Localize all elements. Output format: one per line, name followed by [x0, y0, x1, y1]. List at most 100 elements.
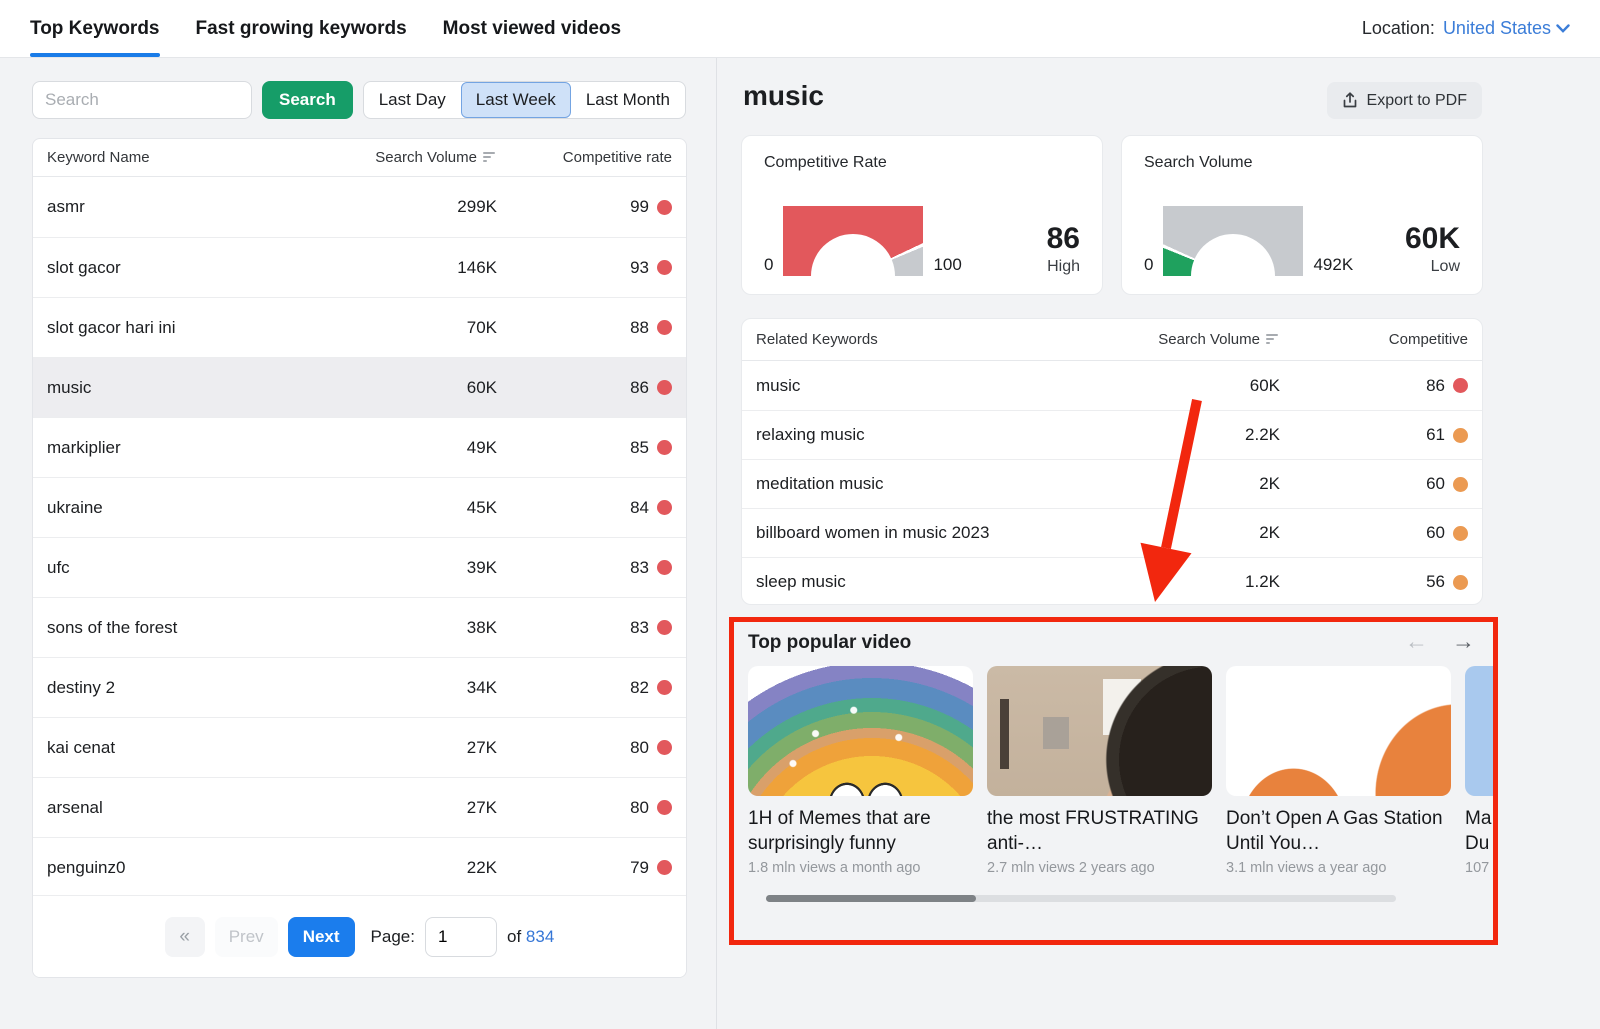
search-volume-title: Search Volume — [1144, 154, 1460, 172]
video-meta: 107 — [1465, 860, 1498, 876]
next-page-button[interactable]: Next — [288, 917, 355, 957]
carousel-scrollbar[interactable] — [766, 895, 1396, 902]
rate-dot — [657, 860, 672, 875]
column-search-volume-label: Search Volume — [1158, 331, 1260, 348]
table-row[interactable]: kai cenat 27K 80 — [33, 717, 686, 777]
keyword-cell: slot gacor — [47, 258, 327, 278]
table-row[interactable]: asmr 299K 99 — [33, 177, 686, 237]
video-title: 1H of Memes that are surprisingly funny — [748, 806, 973, 856]
table-row[interactable]: ukraine 45K 84 — [33, 477, 686, 537]
table-row[interactable]: sons of the forest 38K 83 — [33, 597, 686, 657]
rate-cell: 99 — [630, 197, 649, 217]
carousel-scrollbar-thumb[interactable] — [766, 895, 976, 902]
volume-cell: 49K — [327, 438, 497, 458]
carousel-prev-icon[interactable]: ← — [1405, 628, 1428, 655]
rate-dot — [657, 380, 672, 395]
competitive-rate-card: Competitive Rate 0 100 86 High — [741, 135, 1103, 295]
time-filter-last-week[interactable]: Last Week — [461, 82, 571, 118]
search-volume-gauge — [1163, 206, 1303, 276]
related-row[interactable]: relaxing music 2.2K 61 — [742, 410, 1482, 459]
table-row[interactable]: markiplier 49K 85 — [33, 417, 686, 477]
keyword-cell: sleep music — [756, 572, 1110, 592]
rate-dot — [657, 620, 672, 635]
keyword-detail-panel: music Export to PDF Competitive Rate 0 1… — [716, 58, 1600, 1029]
table-row[interactable]: arsenal 27K 80 — [33, 777, 686, 837]
total-pages-link[interactable]: 834 — [526, 927, 554, 946]
table-row[interactable]: destiny 2 34K 82 — [33, 657, 686, 717]
location-selector: Location: United States — [1362, 0, 1570, 57]
related-row[interactable]: music 60K 86 — [742, 361, 1482, 410]
keyword-cell: ufc — [47, 558, 327, 578]
rate-dot — [657, 200, 672, 215]
tab-fast-growing-keywords[interactable]: Fast growing keywords — [196, 0, 407, 57]
competitive-rate-title: Competitive Rate — [764, 154, 1080, 172]
volume-cell: 2.2K — [1110, 425, 1280, 445]
rate-cell: 61 — [1426, 425, 1445, 445]
keyword-cell: ukraine — [47, 498, 327, 518]
location-dropdown[interactable]: United States — [1443, 18, 1570, 39]
location-label: Location: — [1362, 18, 1435, 39]
related-row[interactable]: billboard women in music 2023 2K 60 — [742, 508, 1482, 557]
volume-cell: 27K — [327, 738, 497, 758]
first-page-button[interactable]: « — [165, 917, 205, 957]
rate-cell: 82 — [630, 678, 649, 698]
column-search-volume[interactable]: Search Volume — [1110, 331, 1280, 348]
time-range-toggle: Last Day Last Week Last Month — [363, 81, 686, 119]
gauge-max-label: 492K — [1313, 255, 1353, 276]
table-row[interactable]: slot gacor hari ini 70K 88 — [33, 297, 686, 357]
volume-cell: 146K — [327, 258, 497, 278]
competitive-rate-level: High — [1047, 258, 1080, 276]
video-title: Don’t Open A Gas Station Until You… — [1226, 806, 1451, 856]
keyword-cell: sons of the forest — [47, 618, 327, 638]
table-row[interactable]: ufc 39K 83 — [33, 537, 686, 597]
sort-descending-icon — [1266, 334, 1280, 345]
keyword-cell: music — [756, 376, 1110, 396]
tab-most-viewed-videos[interactable]: Most viewed videos — [443, 0, 621, 57]
search-input[interactable] — [32, 81, 252, 119]
keyword-cell: asmr — [47, 197, 327, 217]
table-row[interactable]: slot gacor 146K 93 — [33, 237, 686, 297]
volume-cell: 299K — [327, 197, 497, 217]
keywords-panel: Search Last Day Last Week Last Month Key… — [0, 58, 715, 1029]
video-thumbnail-orange-abstract — [1226, 666, 1451, 796]
gauge-min-label: 0 — [764, 255, 773, 276]
rate-cell: 56 — [1426, 572, 1445, 592]
column-keyword-name: Keyword Name — [47, 149, 327, 166]
keyword-cell: slot gacor hari ini — [47, 318, 327, 338]
tab-top-keywords[interactable]: Top Keywords — [30, 0, 160, 57]
video-card[interactable]: the most FRUSTRATING anti-… 2.7 mln view… — [987, 666, 1212, 876]
table-row-selected[interactable]: music 60K 86 — [33, 357, 686, 417]
volume-cell: 2K — [1110, 523, 1280, 543]
video-thumbnail-man-forehead — [987, 666, 1212, 796]
column-search-volume[interactable]: Search Volume — [327, 149, 497, 166]
rate-cell: 86 — [630, 378, 649, 398]
time-filter-last-day[interactable]: Last Day — [364, 82, 461, 118]
carousel-next-icon[interactable]: → — [1452, 628, 1475, 655]
time-filter-last-month[interactable]: Last Month — [571, 82, 685, 118]
top-popular-video-section-annotated: Top popular video ← → 1H of Memes that a… — [729, 617, 1498, 945]
column-related-keywords: Related Keywords — [756, 331, 1110, 348]
rate-cell: 80 — [630, 798, 649, 818]
rate-dot — [657, 560, 672, 575]
related-keywords-table: Related Keywords Search Volume Competiti… — [741, 318, 1483, 605]
keyword-cell: relaxing music — [756, 425, 1110, 445]
related-row[interactable]: meditation music 2K 60 — [742, 459, 1482, 508]
volume-cell: 1.2K — [1110, 572, 1280, 592]
video-card[interactable]: 1H of Memes that are surprisingly funny … — [748, 666, 973, 876]
rate-dot — [1453, 477, 1468, 492]
rate-dot — [657, 320, 672, 335]
table-row[interactable]: penguinz0 22K 79 — [33, 837, 686, 897]
page-number-input[interactable] — [425, 917, 497, 957]
search-button[interactable]: Search — [262, 81, 353, 119]
volume-cell: 39K — [327, 558, 497, 578]
video-meta: 3.1 mln views a year ago — [1226, 860, 1451, 876]
prev-page-button[interactable]: Prev — [215, 917, 278, 957]
rate-cell: 83 — [630, 558, 649, 578]
export-label: Export to PDF — [1367, 92, 1467, 110]
related-row[interactable]: sleep music 1.2K 56 — [742, 557, 1482, 605]
keyword-cell: markiplier — [47, 438, 327, 458]
video-card-clipped[interactable]: Ma Du 107 — [1465, 666, 1498, 876]
rate-dot — [1453, 428, 1468, 443]
export-to-pdf-button[interactable]: Export to PDF — [1327, 82, 1482, 119]
video-card[interactable]: Don’t Open A Gas Station Until You… 3.1 … — [1226, 666, 1451, 876]
